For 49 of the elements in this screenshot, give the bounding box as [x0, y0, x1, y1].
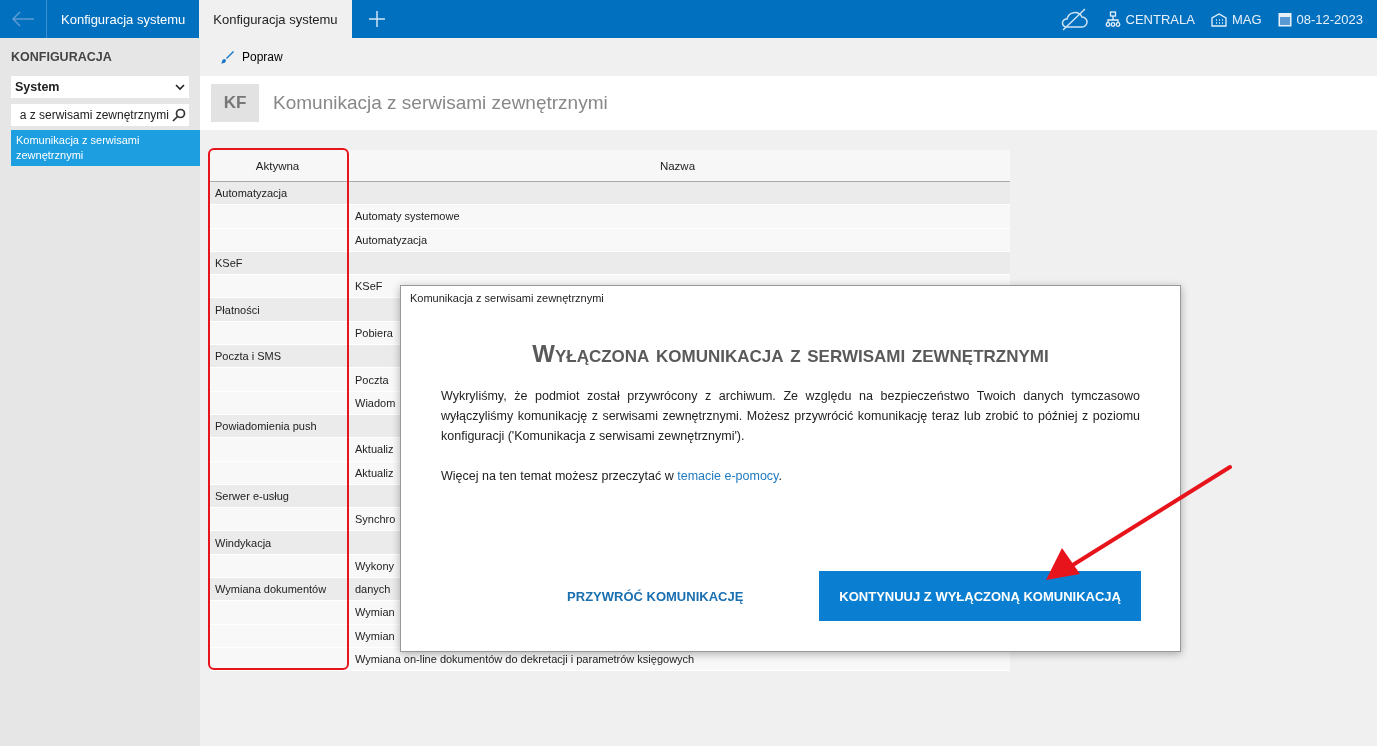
table-cell: Synchro: [355, 513, 396, 526]
table-cell: Wiadom: [355, 396, 396, 409]
table-cell: Wymiana on-line dokumentów do dekretacji i parametrów księgowych: [355, 653, 695, 666]
back-arrow-icon: [11, 11, 35, 27]
building-icon: [1210, 11, 1227, 27]
calendar-icon: [1277, 11, 1292, 27]
sidebar-item[interactable]: Komunikacja z serwisami zewnętrznymi: [11, 130, 200, 166]
table-cell: Pobiera: [355, 326, 393, 339]
table-cell: Płatności: [215, 303, 260, 316]
table-cell: Poczta: [355, 373, 389, 386]
search-field[interactable]: a z serwisami zewnętrznymi: [11, 104, 189, 126]
table-cell: Serwer e-usług: [215, 490, 289, 502]
table-cell: KSeF: [355, 280, 383, 293]
status-label: MAG: [1231, 11, 1262, 27]
table-cell: Powiadomienia push: [215, 420, 317, 433]
restore-button[interactable]: PRZYWRÓĆ KOMUNIKACJĘ: [547, 571, 764, 621]
status-label: CENTRALA: [1125, 11, 1195, 27]
table-cell: Wykony: [355, 559, 395, 572]
dialog-title: Komunikacja z serwisami zewnętrznymi: [409, 291, 605, 306]
module-badge: KF: [211, 84, 259, 122]
table-cell: KSeF: [215, 257, 243, 270]
chevron-down-icon: [175, 83, 185, 91]
table-cell: danych: [355, 583, 391, 596]
sidebar-title: KONFIGURACJA: [11, 50, 113, 64]
status-label: 08-12-2023: [1296, 11, 1363, 27]
category-select[interactable]: System: [11, 76, 189, 98]
network-icon: [1104, 11, 1121, 27]
tab[interactable]: Konfiguracja systemu: [199, 0, 352, 38]
table-cell: Aktualiz: [355, 443, 394, 456]
dialog-message: Wykryliśmy, że podmiot został przywrócony z archiwum. Ze względu na bezpieczeństwo Twoich danych tymczasowo wyłączyliśmy komunikację z serwisami zewnętrznymi. Możesz przywrócić komunikację teraz lub zrobić to później z poziomu konfiguracji ('Komunikacja z serwisami zewnętrznymi').: [441, 388, 1140, 445]
dialog-heading: Wyłączona komunikacja z serwisami zewnętrznymi: [531, 340, 1050, 368]
dialog-message: Więcej na ten temat możesz przeczytać w temacie e-pomocy.: [441, 468, 783, 485]
brush-icon: [220, 50, 234, 64]
table-cell: Wymian: [355, 606, 395, 619]
edit-button[interactable]: Popraw: [218, 48, 285, 66]
table-cell: Poczta i SMS: [215, 350, 282, 363]
continue-button[interactable]: KONTYNUUJ Z WYŁĄCZONĄ KOMUNIKACJĄ: [819, 571, 1141, 621]
table-cell: Automaty systemowe: [355, 210, 460, 223]
table-cell: Wymian: [355, 629, 395, 642]
add-tab-icon[interactable]: [367, 10, 386, 28]
table-cell: Wymiana dokumentów: [215, 583, 327, 596]
column-header: Aktywna: [254, 158, 301, 174]
table-cell: Automatyzacja: [215, 187, 288, 200]
column-header: Nazwa: [658, 158, 697, 174]
table-cell: Windykacja: [215, 536, 272, 549]
page-title: Komunikacja z serwisami zewnętrznymi: [273, 92, 608, 114]
table-cell: Aktualiz: [355, 466, 394, 479]
search-icon: [172, 108, 186, 122]
table-cell: Automatyzacja: [355, 233, 428, 246]
